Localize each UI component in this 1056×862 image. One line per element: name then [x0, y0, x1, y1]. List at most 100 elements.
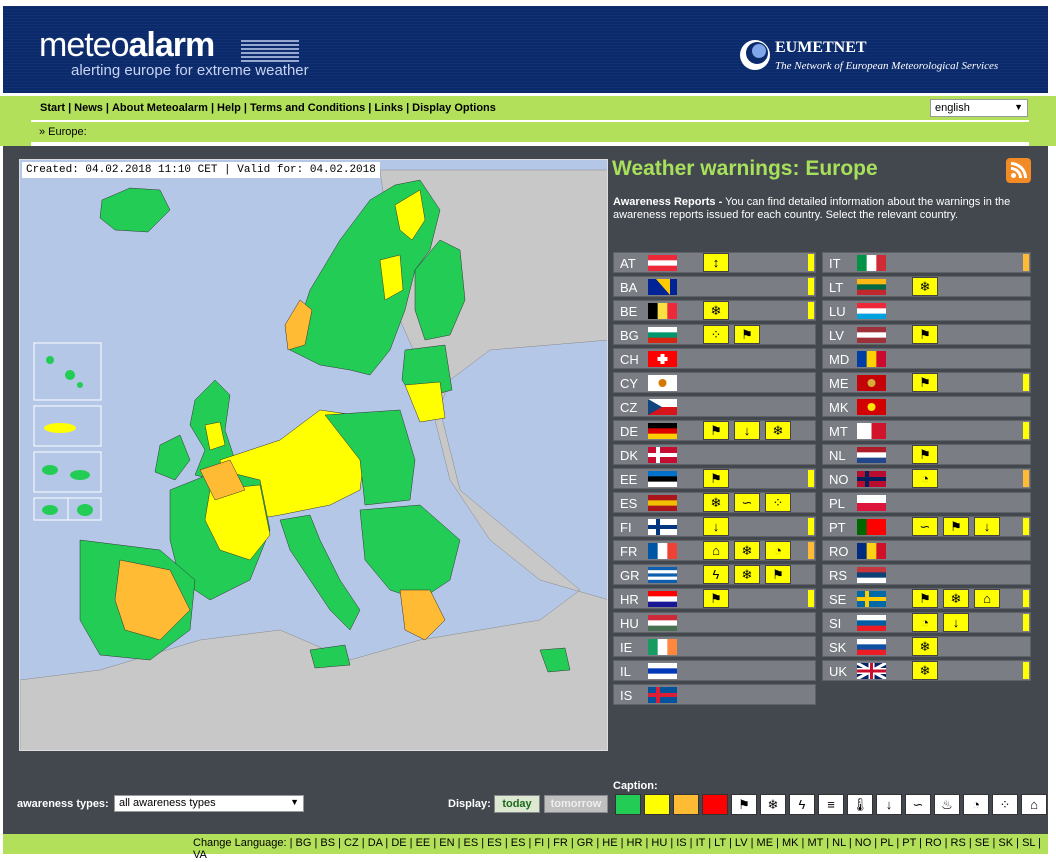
country-row-ro[interactable]: RO: [822, 540, 1031, 561]
meteoalarm-logo[interactable]: meteoalarm: [39, 26, 215, 64]
wind-icon: ⚑: [912, 373, 938, 392]
country-row-si[interactable]: SI ◔ ↓: [822, 612, 1031, 633]
country-code: FR: [620, 544, 638, 559]
country-row-lt[interactable]: LT ❄: [822, 276, 1031, 297]
country-row-mt[interactable]: MT: [822, 420, 1031, 441]
country-row-uk[interactable]: UK ❄: [822, 660, 1031, 681]
fog-icon[interactable]: ≡: [818, 794, 844, 815]
flag-pl-icon: [857, 495, 886, 511]
country-code: NL: [829, 448, 846, 463]
country-code: CZ: [620, 400, 638, 415]
today-button[interactable]: today: [494, 795, 540, 813]
country-row-at[interactable]: AT ↕: [613, 252, 816, 273]
warning-level-indicator: [1023, 254, 1029, 271]
nav-separator: |: [368, 102, 372, 114]
nav-link-start[interactable]: Start: [40, 102, 65, 114]
flag-ch-icon: [648, 351, 677, 367]
high-temp-icon[interactable]: 🌡: [847, 794, 873, 815]
wind-icon: ⚑: [912, 589, 938, 608]
tomorrow-button[interactable]: tomorrow: [544, 795, 608, 813]
flooding-icon: ⌂: [974, 589, 1000, 608]
country-row-ee[interactable]: EE ⚑: [613, 468, 816, 489]
country-code: LT: [829, 280, 844, 295]
flag-lt-icon: [857, 279, 886, 295]
country-code: SI: [829, 616, 842, 631]
country-row-fr[interactable]: FR ⌂ ❄ ◔: [613, 540, 816, 561]
wind-icon[interactable]: ⚑: [731, 794, 757, 815]
nav-link-display-options[interactable]: Display Options: [412, 102, 496, 114]
country-row-lu[interactable]: LU: [822, 300, 1031, 321]
country-row-de[interactable]: DE ⚑ ↓ ❄: [613, 420, 816, 441]
nav-link-about-meteoalarm[interactable]: About Meteoalarm: [112, 102, 208, 114]
country-row-pl[interactable]: PL: [822, 492, 1031, 513]
country-code: GR: [620, 568, 640, 583]
wind-icon: ⚑: [734, 325, 760, 344]
country-row-it[interactable]: IT: [822, 252, 1031, 273]
flooding-icon[interactable]: ⌂: [1021, 794, 1047, 815]
country-row-il[interactable]: IL: [613, 660, 816, 681]
flag-nl-icon: [857, 447, 886, 463]
warning-level-indicator: [808, 542, 814, 559]
country-code: RS: [829, 568, 848, 583]
country-row-md[interactable]: MD: [822, 348, 1031, 369]
map-svg: [20, 160, 607, 750]
flag-at-icon: [648, 255, 677, 271]
country-row-sk[interactable]: SK ❄: [822, 636, 1031, 657]
country-row-gr[interactable]: GR ϟ ❄ ⚑: [613, 564, 816, 585]
country-row-rs[interactable]: RS: [822, 564, 1031, 585]
breadcrumb-text[interactable]: » Europe:: [39, 126, 87, 138]
nav-link-news[interactable]: News: [74, 102, 103, 114]
forest-fire-icon[interactable]: ♨: [934, 794, 960, 815]
language-select[interactable]: english ▼: [930, 99, 1028, 117]
country-row-mk[interactable]: MK: [822, 396, 1031, 417]
flag-cz-icon: [648, 399, 677, 415]
country-code: HR: [620, 592, 639, 607]
avalanche-icon[interactable]: ◔: [963, 794, 989, 815]
country-row-lv[interactable]: LV ⚑: [822, 324, 1031, 345]
country-row-ch[interactable]: CH: [613, 348, 816, 369]
country-row-ba[interactable]: BA: [613, 276, 816, 297]
wind-icon: ⚑: [703, 469, 729, 488]
language-links[interactable]: Change Language: | BG | BS | CZ | DA | D…: [193, 837, 1048, 861]
nav-link-links[interactable]: Links: [374, 102, 403, 114]
country-row-bg[interactable]: BG ⁘ ⚑: [613, 324, 816, 345]
country-row-ie[interactable]: IE: [613, 636, 816, 657]
country-row-me[interactable]: ME ⚑: [822, 372, 1031, 393]
rain-icon[interactable]: ⁘: [992, 794, 1018, 815]
country-row-pt[interactable]: PT ∽ ⚑ ↓: [822, 516, 1031, 537]
flag-mk-icon: [857, 399, 886, 415]
warning-level-indicator: [808, 254, 814, 271]
flag-gb-icon: [857, 663, 886, 679]
rss-icon[interactable]: [1006, 158, 1031, 183]
chevron-down-icon: ▼: [1014, 102, 1023, 112]
coastal-event-icon[interactable]: ∽: [905, 794, 931, 815]
country-row-cy[interactable]: CY: [613, 372, 816, 393]
low-temp-icon[interactable]: ↓: [876, 794, 902, 815]
country-row-is[interactable]: IS: [613, 684, 816, 705]
country-code: AT: [620, 256, 636, 271]
thunderstorm-icon[interactable]: ϟ: [789, 794, 815, 815]
country-row-cz[interactable]: CZ: [613, 396, 816, 417]
europe-warning-map[interactable]: [19, 159, 608, 751]
logo-light: meteo: [39, 26, 129, 64]
country-row-fi[interactable]: FI ↓: [613, 516, 816, 537]
country-row-nl[interactable]: NL ⚑: [822, 444, 1031, 465]
snow-ice-icon[interactable]: ❄: [760, 794, 786, 815]
country-code: PT: [829, 520, 846, 535]
warning-level-indicator: [808, 470, 814, 487]
low-temp-icon: ↓: [734, 421, 760, 440]
nav-link-terms-and-conditions[interactable]: Terms and Conditions: [250, 102, 365, 114]
snow-ice-icon: ❄: [943, 589, 969, 608]
country-row-hu[interactable]: HU: [613, 612, 816, 633]
snow-ice-icon: ❄: [912, 637, 938, 656]
country-row-es[interactable]: ES ❄ ∽ ⁘: [613, 492, 816, 513]
awareness-type-select[interactable]: all awareness types ▼: [114, 795, 304, 812]
country-row-hr[interactable]: HR ⚑: [613, 588, 816, 609]
country-row-dk[interactable]: DK: [613, 444, 816, 465]
country-row-be[interactable]: BE ❄: [613, 300, 816, 321]
country-code: SK: [829, 640, 847, 655]
country-row-se[interactable]: SE ⚑ ❄ ⌂: [822, 588, 1031, 609]
country-row-no[interactable]: NO ◔: [822, 468, 1031, 489]
nav-link-help[interactable]: Help: [217, 102, 241, 114]
awareness-intro-bold: Awareness Reports -: [613, 196, 723, 208]
